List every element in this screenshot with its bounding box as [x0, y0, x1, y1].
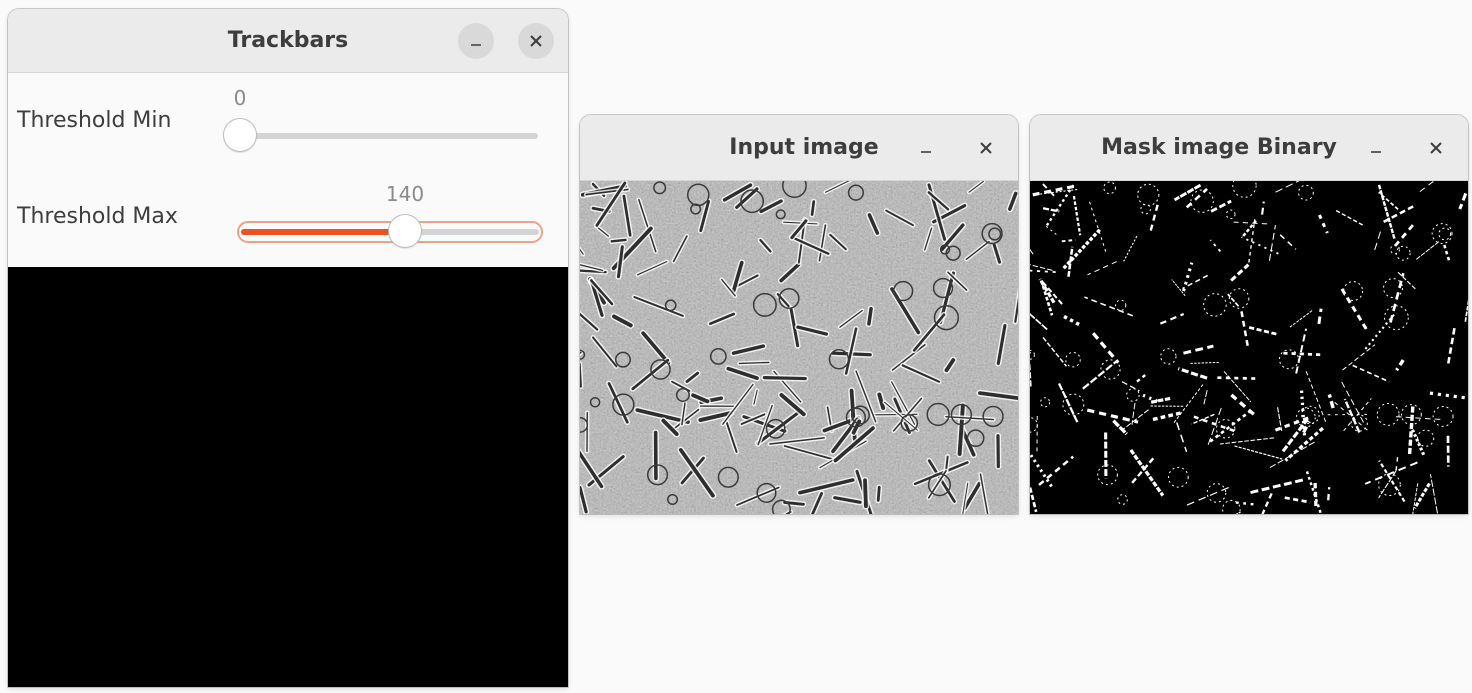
input-image-titlebar[interactable]: Input image: [580, 115, 1018, 181]
mask-streak: [1313, 480, 1318, 507]
window-title: Mask image Binary: [1101, 135, 1337, 160]
slider-fill: [241, 229, 405, 235]
trackbar-controls: Threshold Min 0 Threshold Max 140: [8, 73, 568, 266]
cell-body: [762, 376, 807, 381]
mask-image-window: Mask image Binary: [1030, 115, 1468, 514]
close-icon: [1430, 142, 1442, 154]
cell-body: [580, 362, 582, 388]
close-button[interactable]: [968, 130, 1004, 166]
threshold-min-value: 0: [233, 86, 247, 110]
threshold-max-value: 140: [385, 182, 425, 206]
threshold-min-label: Threshold Min: [17, 108, 172, 133]
input-image-window: Input image: [580, 115, 1018, 514]
input-image: [580, 181, 1018, 514]
minimize-icon: [471, 44, 481, 46]
window-title: Input image: [729, 135, 879, 160]
cell-body: [867, 306, 873, 326]
close-icon: [530, 35, 542, 47]
slider-track: [240, 133, 538, 139]
close-button[interactable]: [1418, 130, 1454, 166]
mask-image: [1030, 181, 1468, 514]
minimize-button[interactable]: [908, 130, 944, 166]
minimize-button[interactable]: [1358, 130, 1394, 166]
slider-knob[interactable]: [224, 119, 256, 151]
close-button[interactable]: [518, 23, 554, 59]
trackbars-canvas: [8, 267, 568, 687]
close-icon: [980, 142, 992, 154]
mask-streak: [1030, 363, 1032, 387]
threshold-max-slider[interactable]: [237, 215, 543, 247]
cell-body: [876, 485, 881, 502]
cell-body: [610, 238, 627, 243]
trackbars-window: Trackbars Threshold Min 0 Threshold Max …: [8, 9, 568, 687]
cell-body: [810, 200, 816, 216]
cell-body: [863, 478, 868, 509]
slider-knob[interactable]: [389, 215, 421, 247]
trackbars-titlebar[interactable]: Trackbars: [8, 9, 568, 73]
minimize-button[interactable]: [458, 23, 494, 59]
mask-image-titlebar[interactable]: Mask image Binary: [1030, 115, 1468, 181]
minimize-icon: [1371, 151, 1381, 153]
threshold-max-label: Threshold Max: [17, 204, 178, 229]
threshold-min-slider[interactable]: [224, 119, 538, 151]
minimize-icon: [921, 151, 931, 153]
